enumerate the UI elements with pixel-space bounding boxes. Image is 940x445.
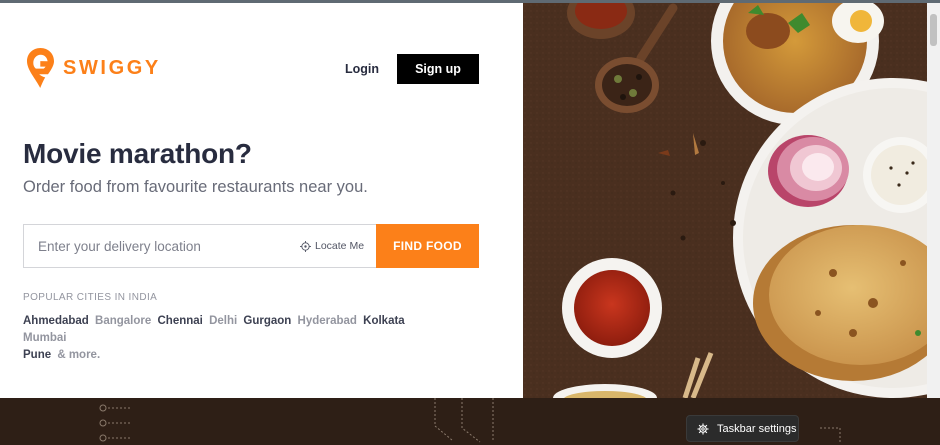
location-search-bar: Locate Me FIND FOOD <box>23 224 479 268</box>
food-illustration <box>523 3 927 398</box>
city-link[interactable]: Pune <box>23 347 51 364</box>
city-link[interactable]: Mumbai <box>23 330 66 347</box>
brand-name: SWIGGY <box>63 56 161 79</box>
taskbar-settings-label: Taskbar settings <box>717 422 797 435</box>
hero-headline: Movie marathon? <box>23 138 252 169</box>
taskbar <box>0 398 940 445</box>
city-link[interactable]: Delhi <box>209 313 237 330</box>
swiggy-logo[interactable]: SWIGGY <box>27 48 161 88</box>
gear-icon <box>697 423 709 434</box>
city-link[interactable]: Chennai <box>157 313 202 330</box>
taskbar-pattern <box>99 398 841 443</box>
food-hero-image <box>523 3 927 398</box>
taskbar-settings-button[interactable]: Taskbar settings <box>686 415 799 442</box>
popular-cities-list: Ahmedabad Bangalore Chennai Delhi Gurgao… <box>23 313 443 364</box>
hero-subheadline: Order food from favourite restaurants ne… <box>23 178 368 196</box>
login-button[interactable]: Login <box>340 58 384 80</box>
more-cities-link[interactable]: & more. <box>57 347 100 364</box>
vertical-scrollbar[interactable] <box>927 3 940 398</box>
delivery-location-input[interactable] <box>24 225 294 267</box>
crosshair-icon <box>300 240 311 252</box>
find-food-button[interactable]: FIND FOOD <box>376 224 479 268</box>
city-link[interactable]: Hyderabad <box>298 313 357 330</box>
city-link[interactable]: Gurgaon <box>243 313 291 330</box>
locate-me-label: Locate Me <box>315 240 365 252</box>
city-link[interactable]: Bangalore <box>95 313 151 330</box>
city-link[interactable]: Kolkata <box>363 313 405 330</box>
popular-cities-heading: POPULAR CITIES IN INDIA <box>23 292 158 303</box>
signup-button[interactable]: Sign up <box>397 54 479 84</box>
swiggy-logo-icon <box>27 48 54 88</box>
city-link[interactable]: Ahmedabad <box>23 313 89 330</box>
scrollbar-thumb[interactable] <box>930 14 937 46</box>
locate-me-button[interactable]: Locate Me <box>300 225 374 267</box>
